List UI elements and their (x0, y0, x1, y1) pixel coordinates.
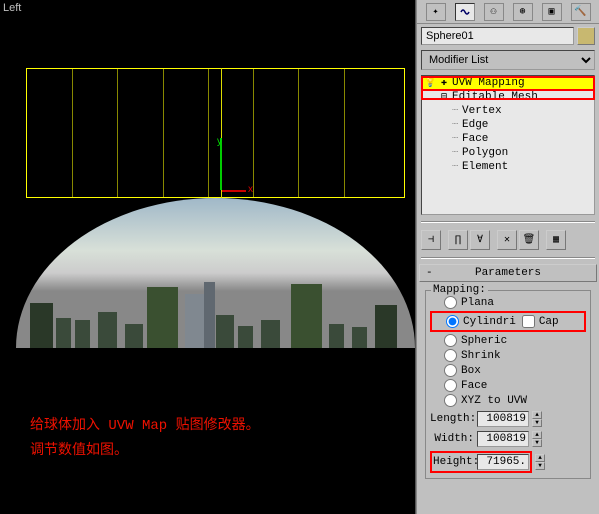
trash-icon[interactable]: 🗑 (519, 230, 539, 250)
object-color-swatch[interactable] (577, 27, 595, 45)
stack-item-editable-mesh[interactable]: ⊟ Editable Mesh (422, 90, 594, 104)
width-input[interactable] (477, 431, 529, 447)
configure-icon[interactable]: ▦ (546, 230, 566, 250)
viewport-left[interactable]: Left (0, 0, 416, 514)
make-unique-icon[interactable]: ∀ (470, 230, 490, 250)
width-up[interactable]: ▲ (532, 431, 542, 439)
viewport-label: Left (3, 2, 21, 14)
cap-checkbox[interactable] (522, 315, 535, 328)
width-spinner: Width: ▲▼ (430, 430, 586, 448)
radio-shrink[interactable]: Shrink (430, 348, 586, 363)
length-up[interactable]: ▲ (532, 411, 542, 419)
stack-sub-element[interactable]: ┈Element (422, 160, 594, 174)
pin-stack-icon[interactable]: ⊣ (421, 230, 441, 250)
stack-toolbar: ⊣ ∏ ∀ ✕ 🗑 ▦ (417, 226, 599, 254)
stack-sub-vertex[interactable]: ┈Vertex (422, 104, 594, 118)
stack-sub-edge[interactable]: ┈Edge (422, 118, 594, 132)
width-down[interactable]: ▼ (532, 439, 542, 447)
motion-tab[interactable]: ⊛ (513, 3, 533, 21)
minus-box-icon[interactable]: ⊟ (438, 91, 450, 103)
height-spinner: Height: ▲▼ (430, 450, 586, 474)
radio-box[interactable]: Box (430, 363, 586, 378)
radio-planar[interactable]: Plana (430, 295, 586, 310)
annotation-text: 给球体加入 UVW Map 贴图修改器。 调节数值如图。 (30, 414, 260, 464)
object-name-input[interactable] (421, 27, 574, 45)
uvw-gizmo[interactable] (26, 68, 405, 198)
modifier-list-dropdown[interactable]: Modifier List (421, 50, 595, 70)
stack-item-uvw-mapping[interactable]: 💡 ✚ UVW Mapping (422, 76, 594, 90)
hierarchy-tab[interactable]: ⚇ (484, 3, 504, 21)
command-panel: ✦ ⚇ ⊛ ▣ 🔨 Modifier List 💡 ✚ UVW Mapping (416, 0, 599, 514)
scene: y x (16, 68, 415, 364)
stack-sub-face[interactable]: ┈Face (422, 132, 594, 146)
radio-spherical[interactable]: Spheric (430, 333, 586, 348)
radio-xyz[interactable]: XYZ to UVW (430, 393, 586, 408)
show-result-icon[interactable]: ∏ (448, 230, 468, 250)
length-down[interactable]: ▼ (532, 419, 542, 427)
stack-sub-polygon[interactable]: ┈Polygon (422, 146, 594, 160)
radio-cylindrical[interactable]: Cylindri Cap (432, 314, 584, 329)
length-input[interactable] (477, 411, 529, 427)
command-tabs: ✦ ⚇ ⊛ ▣ 🔨 (417, 0, 599, 24)
display-tab[interactable]: ▣ (542, 3, 562, 21)
utilities-tab[interactable]: 🔨 (571, 3, 591, 21)
remove-mod-icon[interactable]: ✕ (497, 230, 517, 250)
height-input[interactable] (477, 454, 529, 470)
dome-sphere (16, 198, 415, 348)
modify-tab[interactable] (455, 3, 475, 21)
height-up[interactable]: ▲ (535, 454, 545, 462)
height-down[interactable]: ▼ (535, 462, 545, 470)
radio-face[interactable]: Face (430, 378, 586, 393)
bulb-icon: 💡 (424, 77, 436, 89)
create-tab[interactable]: ✦ (426, 3, 446, 21)
rollout-header[interactable]: - Parameters (419, 264, 597, 282)
mapping-group-label: Mapping: (431, 284, 488, 296)
rollout-parameters: - Parameters Mapping: Plana Cylindri Cap (419, 264, 597, 483)
plus-icon[interactable]: ✚ (438, 77, 450, 89)
length-spinner: Length: ▲▼ (430, 410, 586, 428)
modifier-stack[interactable]: 💡 ✚ UVW Mapping ⊟ Editable Mesh ┈Vertex … (421, 75, 595, 215)
